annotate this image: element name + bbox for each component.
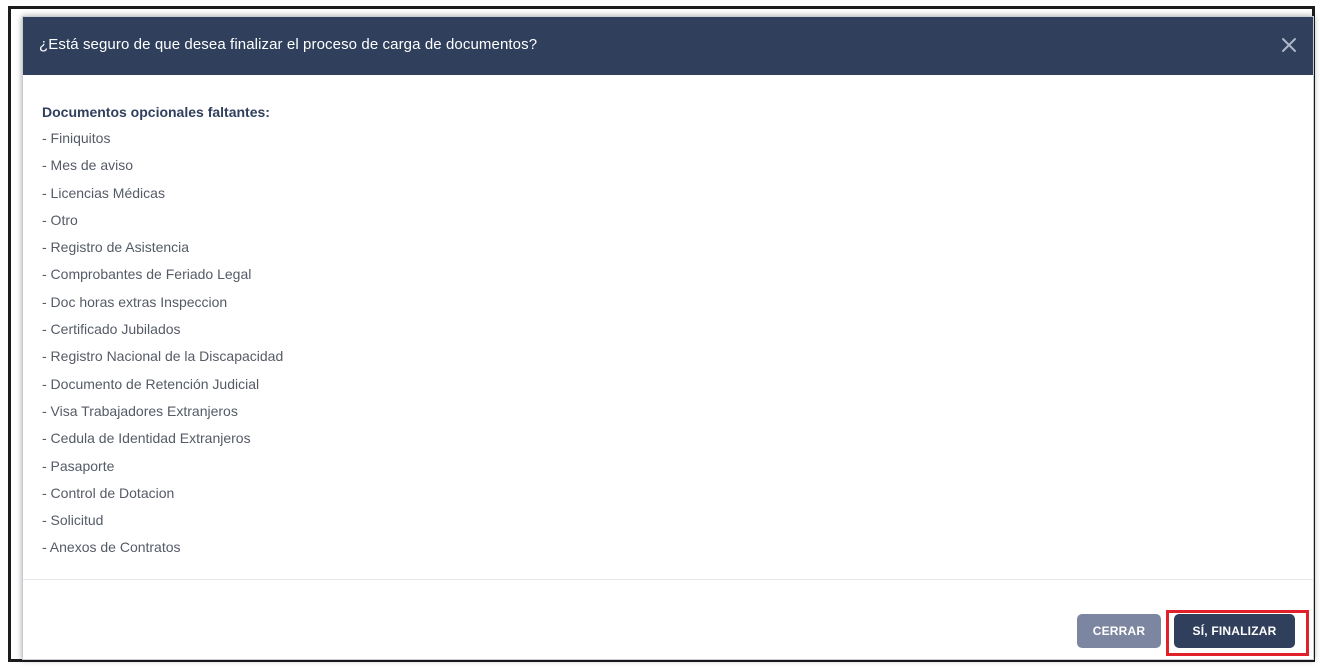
list-item: - Cedula de Identidad Extranjeros <box>42 430 251 447</box>
list-item: - Solicitud <box>42 512 104 529</box>
cancel-button[interactable]: CERRAR <box>1077 614 1161 648</box>
list-item: - Registro de Asistencia <box>42 239 190 256</box>
list-item: - Registro Nacional de la Discapacidad <box>42 348 284 365</box>
list-item: - Visa Trabajadores Extranjeros <box>42 402 238 419</box>
list-item: - Certificado Jubilados <box>42 321 181 338</box>
missing-docs-list: - Finiquitos - Mes de aviso - Licencias … <box>42 127 1313 564</box>
confirm-finalize-button[interactable]: SÍ, FINALIZAR <box>1174 614 1295 648</box>
list-item: - Otro <box>42 211 78 228</box>
dialog-footer: CERRAR SÍ, FINALIZAR <box>23 580 1313 660</box>
dialog-title: ¿Está seguro de que desea finalizar el p… <box>39 36 538 53</box>
dialog-body: Documentos opcionales faltantes: - Finiq… <box>23 75 1313 579</box>
list-item: - Control de Dotacion <box>42 484 175 501</box>
list-item: - Pasaporte <box>42 457 115 474</box>
dialog-header: ¿Está seguro de que desea finalizar el p… <box>23 17 1313 75</box>
list-item: - Finiquitos <box>42 130 111 146</box>
confirm-dialog: ¿Está seguro de que desea finalizar el p… <box>22 16 1314 660</box>
list-item: - Comprobantes de Feriado Legal <box>42 266 252 283</box>
list-item: - Doc horas extras Inspeccion <box>42 293 228 310</box>
list-item: - Mes de aviso <box>42 157 134 174</box>
missing-docs-heading: Documentos opcionales faltantes: <box>42 104 270 120</box>
list-item: - Licencias Médicas <box>42 184 165 201</box>
list-item: - Anexos de Contratos <box>42 539 181 556</box>
close-icon <box>1282 38 1296 52</box>
close-button[interactable] <box>1275 31 1303 59</box>
list-item: - Documento de Retención Judicial <box>42 375 260 392</box>
